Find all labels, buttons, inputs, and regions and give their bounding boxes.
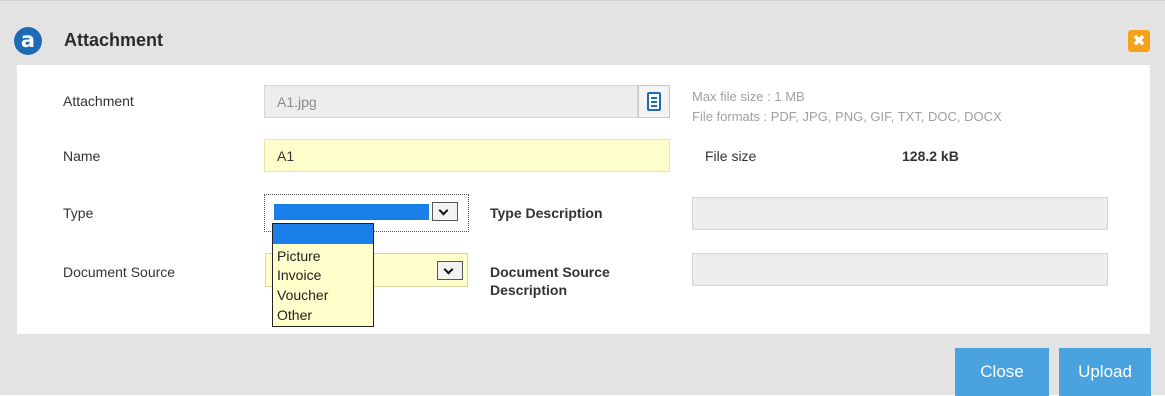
dialog-title: Attachment <box>64 30 164 50</box>
chevron-down-icon <box>438 205 449 216</box>
type-label: Type <box>63 205 94 221</box>
document-source-dropdown-button[interactable] <box>437 261 463 280</box>
name-input[interactable] <box>264 139 670 172</box>
name-label: Name <box>63 148 101 164</box>
type-option-blank[interactable] <box>273 224 373 244</box>
dialog-titlebar: a Attachment ✖ <box>0 11 1165 65</box>
attachment-label: Attachment <box>63 93 134 109</box>
type-option-picture[interactable]: Picture <box>277 246 321 266</box>
file-browse-icon <box>647 92 661 111</box>
type-option-invoice[interactable]: Invoice <box>277 265 321 285</box>
attachment-filename-field[interactable] <box>264 85 638 118</box>
max-file-size-hint: Max file size : 1 MB <box>692 89 805 104</box>
app-logo-icon: a <box>14 27 42 55</box>
file-size-label: File size <box>705 148 757 164</box>
close-button[interactable]: Close <box>955 348 1049 396</box>
document-source-description-label-line1: Document Source <box>490 264 610 280</box>
file-formats-hint: File formats : PDF, JPG, PNG, GIF, TXT, … <box>692 109 1002 124</box>
document-source-description-field[interactable] <box>692 253 1108 286</box>
document-source-description-label-line2: Description <box>490 282 568 298</box>
file-size-value: 128.2 kB <box>902 148 959 164</box>
type-option-voucher[interactable]: Voucher <box>277 285 328 305</box>
type-dropdown-button[interactable] <box>432 202 458 221</box>
type-selected-value <box>274 204 429 220</box>
attachment-dialog: a Attachment ✖ Attachment Max file size … <box>0 0 1165 396</box>
browse-file-button[interactable] <box>638 85 670 118</box>
type-dropdown-list: Picture Invoice Voucher Other <box>272 223 374 327</box>
chevron-down-icon <box>443 264 454 275</box>
close-icon[interactable]: ✖ <box>1128 30 1150 52</box>
type-option-other[interactable]: Other <box>277 305 312 325</box>
type-description-field[interactable] <box>692 197 1108 230</box>
document-source-label: Document Source <box>63 264 176 280</box>
upload-button[interactable]: Upload <box>1059 348 1151 396</box>
type-description-label: Type Description <box>490 205 603 221</box>
